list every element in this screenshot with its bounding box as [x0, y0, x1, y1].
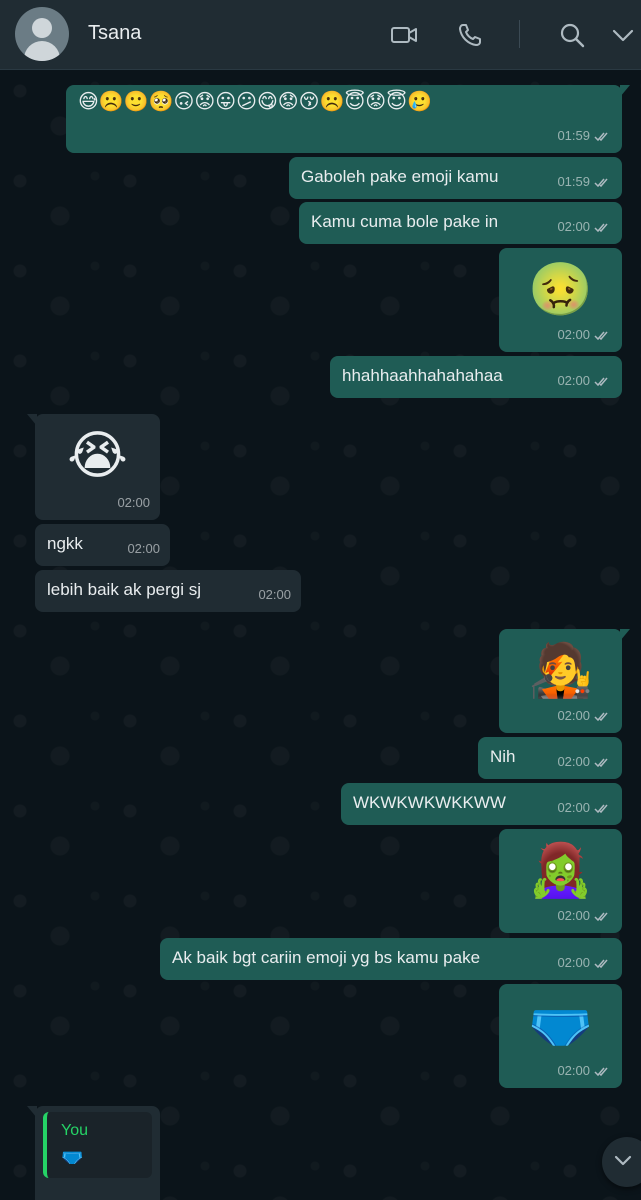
message-time: 02:00: [557, 800, 590, 815]
read-ticks-icon: [594, 959, 608, 968]
message-time: 02:00: [258, 587, 291, 602]
message-time: 02:00: [117, 495, 150, 510]
search-icon[interactable]: [557, 20, 587, 50]
message-outgoing-emoji[interactable]: 🤢 02:00: [499, 248, 622, 352]
message-outgoing[interactable]: Kamu cuma bole pake in 02:00: [299, 202, 622, 244]
message-outgoing-emoji[interactable]: 🩲 02:00: [499, 984, 622, 1088]
chat-header: Tsana: [0, 0, 641, 70]
crying-face-emoji: 😭: [67, 427, 128, 485]
read-ticks-icon: [594, 1067, 608, 1076]
nauseated-face-emoji: 🤢: [528, 261, 593, 319]
singer-emoji: 🧑‍🎤: [528, 642, 593, 700]
message-text: Kamu cuma bole pake in: [311, 212, 499, 231]
message-text: Gaboleh pake emoji kamu: [301, 167, 499, 186]
message-time: 02:00: [557, 955, 590, 970]
message-time: 02:00: [557, 373, 590, 388]
message-text: Nih: [490, 747, 516, 766]
reply-author: You: [61, 1122, 88, 1139]
read-ticks-icon: [594, 377, 608, 386]
message-time: 02:00: [557, 908, 590, 923]
chevron-down-icon: [614, 1155, 632, 1166]
message-time: 02:00: [557, 1063, 590, 1078]
read-ticks-icon: [594, 223, 608, 232]
contact-name[interactable]: Tsana: [88, 22, 141, 45]
message-time: 01:59: [557, 174, 590, 189]
message-incoming[interactable]: lebih baik ak pergi sj 02:00: [35, 570, 301, 612]
message-text: hhahhaahhahahahaa: [342, 366, 503, 385]
message-time: 02:00: [127, 541, 160, 556]
message-outgoing[interactable]: Gaboleh pake emoji kamu 01:59: [289, 157, 622, 199]
message-outgoing[interactable]: 😅☹️🙂🥺🙃😟😛😕😋😟😚☹️😇😟😇🥲 01:59: [66, 85, 630, 153]
message-time: 02:00: [557, 219, 590, 234]
zombie-emoji: 🧟‍♀️: [528, 842, 593, 900]
read-ticks-icon: [594, 331, 608, 340]
message-text: ngkk: [47, 534, 83, 553]
voice-call-icon[interactable]: [455, 20, 485, 50]
message-outgoing-emoji[interactable]: 🧟‍♀️ 02:00: [499, 829, 622, 933]
message-time: 02:00: [557, 708, 590, 723]
message-outgoing[interactable]: WKWKWKWKKWW 02:00: [341, 783, 622, 825]
read-ticks-icon: [594, 712, 608, 721]
message-incoming-emoji[interactable]: 😭 02:00: [27, 414, 160, 520]
read-ticks-icon: [594, 804, 608, 813]
message-outgoing[interactable]: Ak baik bgt cariin emoji yg bs kamu pake…: [160, 938, 622, 980]
briefs-emoji: 🩲: [528, 997, 593, 1055]
chevron-down-icon[interactable]: [608, 20, 638, 50]
message-text: WKWKWKWKKWW: [353, 793, 506, 812]
message-time: 02:00: [557, 754, 590, 769]
message-text: lebih baik ak pergi sj: [47, 580, 202, 599]
read-ticks-icon: [594, 178, 608, 187]
message-incoming-reply[interactable]: You 🩲: [27, 1106, 160, 1200]
read-ticks-icon: [594, 758, 608, 767]
video-call-icon[interactable]: [389, 20, 419, 50]
message-outgoing-emoji[interactable]: 🧑‍🎤 02:00: [499, 629, 630, 733]
emoji-row: 😅☹️🙂🥺🙃😟😛😕😋😟😚☹️😇😟😇🥲: [78, 91, 432, 113]
message-outgoing[interactable]: Nih 02:00: [478, 737, 622, 779]
reply-preview: 🩲: [61, 1147, 84, 1167]
message-text: Ak baik bgt cariin emoji yg bs kamu pake: [172, 948, 481, 967]
message-time: 02:00: [557, 327, 590, 342]
scroll-to-bottom-button[interactable]: [602, 1137, 641, 1187]
header-divider: [519, 20, 520, 48]
contact-avatar[interactable]: [15, 7, 69, 61]
chat-area[interactable]: 😅☹️🙂🥺🙃😟😛😕😋😟😚☹️😇😟😇🥲 01:59 Gaboleh pake em…: [0, 71, 641, 1200]
message-outgoing[interactable]: hhahhaahhahahahaa 02:00: [330, 356, 622, 398]
read-ticks-icon: [594, 132, 608, 141]
read-ticks-icon: [594, 912, 608, 921]
quoted-message[interactable]: You 🩲: [43, 1112, 152, 1178]
message-time: 01:59: [557, 128, 590, 143]
message-incoming[interactable]: ngkk 02:00: [35, 524, 170, 566]
